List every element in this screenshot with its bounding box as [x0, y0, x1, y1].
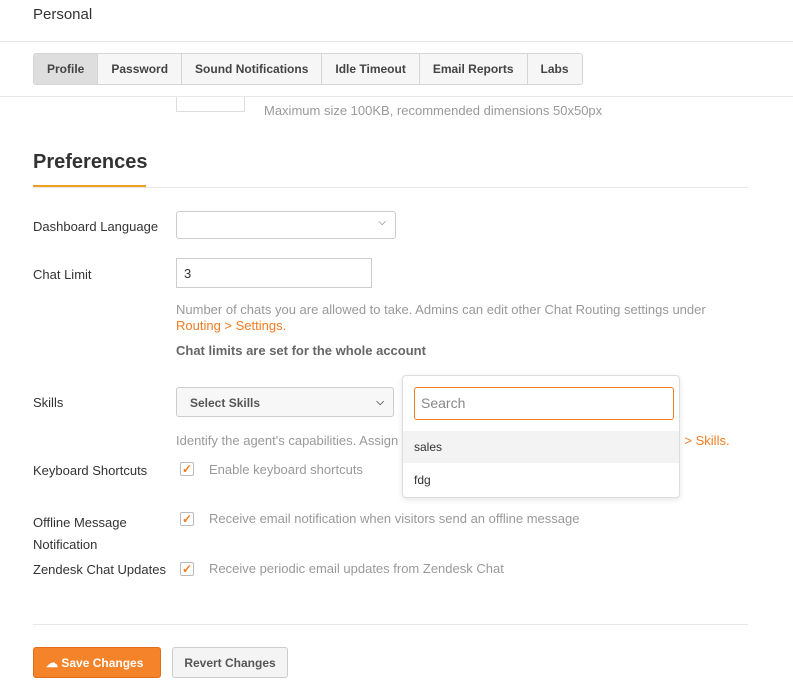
offline-message-checkbox[interactable]: ✓ [180, 512, 194, 526]
divider [0, 96, 793, 97]
label-line: Notification [33, 537, 98, 552]
cloud-upload-icon: ☁ [46, 656, 58, 670]
select-label: Select Skills [190, 396, 261, 410]
skill-option-sales[interactable]: sales [403, 431, 679, 463]
skills-dropdown: Search sales fdg [402, 375, 680, 498]
tab-idle-timeout[interactable]: Idle Timeout [321, 54, 419, 84]
skill-option-fdg[interactable]: fdg [403, 464, 679, 496]
tab-bar: Profile Password Sound Notifications Idl… [33, 53, 583, 85]
button-label: Save Changes [61, 656, 144, 670]
offline-message-text: Receive email notification when visitors… [209, 511, 580, 526]
chat-limit-note: Chat limits are set for the whole accoun… [176, 343, 426, 358]
chat-updates-text: Receive periodic email updates from Zend… [209, 561, 504, 576]
label-line: Offline Message [33, 515, 127, 530]
divider [33, 187, 748, 188]
revert-changes-button[interactable]: Revert Changes [172, 647, 288, 678]
dashboard-language-select[interactable]: ⌵ [176, 211, 396, 239]
tab-email-reports[interactable]: Email Reports [418, 54, 527, 84]
keyboard-shortcuts-checkbox[interactable]: ✓ [180, 462, 194, 476]
tab-sound-notifications[interactable]: Sound Notifications [181, 54, 322, 84]
dashboard-language-label: Dashboard Language [33, 219, 159, 234]
save-changes-button[interactable]: ☁ Save Changes [33, 647, 161, 678]
heading-underline [33, 185, 146, 187]
skills-label: Skills [33, 395, 64, 410]
chat-limit-label: Chat Limit [33, 267, 92, 282]
divider [33, 624, 748, 625]
chat-limit-input[interactable]: 3 [176, 258, 372, 288]
skills-select[interactable]: Select Skills ⌵ [176, 387, 394, 417]
avatar-preview [176, 97, 245, 112]
keyboard-shortcuts-text: Enable keyboard shortcuts [209, 462, 363, 477]
tab-password[interactable]: Password [97, 54, 182, 84]
help-text: Number of chats you are allowed to take.… [176, 302, 706, 317]
tab-labs[interactable]: Labs [526, 54, 582, 84]
skills-search-input[interactable]: Search [414, 387, 674, 420]
keyboard-shortcuts-label: Keyboard Shortcuts [33, 463, 148, 478]
divider [0, 41, 793, 42]
offline-message-label: Offline Message Notification [33, 512, 127, 556]
section-heading: Preferences [33, 151, 148, 173]
chat-updates-label: Zendesk Chat Updates [33, 562, 166, 577]
routing-settings-link[interactable]: Routing > Settings. [176, 318, 286, 333]
chat-updates-checkbox[interactable]: ✓ [180, 562, 194, 576]
skills-help: Identify the agent's capabilities. Assig… [176, 433, 399, 448]
page-title: Personal [33, 6, 93, 23]
chevron-down-icon: ⌵ [376, 397, 384, 408]
tab-profile[interactable]: Profile [34, 54, 98, 84]
chat-limit-help: Number of chats you are allowed to take.… [176, 302, 736, 334]
chevron-down-icon: ⌵ [378, 217, 386, 228]
avatar-hint: Maximum size 100KB, recommended dimensio… [264, 103, 603, 118]
